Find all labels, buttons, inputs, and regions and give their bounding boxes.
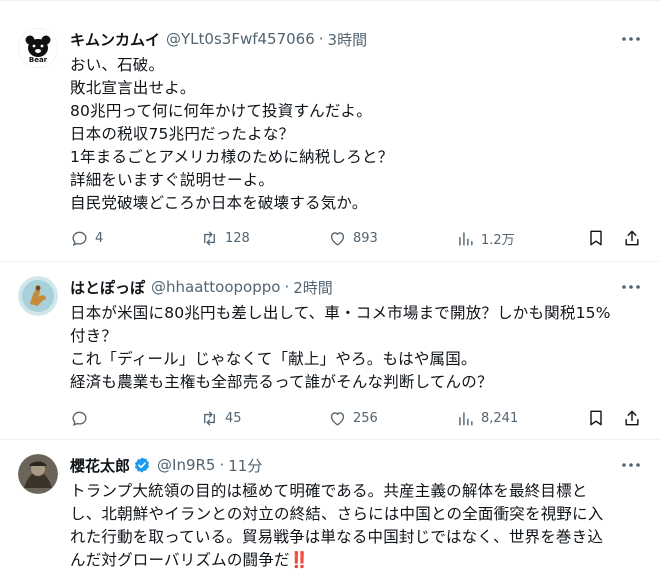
like-button[interactable]: 893 xyxy=(328,229,456,248)
share-icon[interactable] xyxy=(622,228,642,248)
reply-icon xyxy=(72,411,87,426)
share-icon[interactable] xyxy=(622,408,642,428)
views-button[interactable]: 8,241 xyxy=(456,409,518,428)
tweet[interactable]: はとぽっぽ @hhaattoopoppo · 2時間 日本が米国に80兆円も差し… xyxy=(0,262,660,440)
heart-icon xyxy=(330,411,345,426)
avatar[interactable] xyxy=(18,454,58,494)
avatar[interactable]: Bear xyxy=(18,28,58,68)
display-name[interactable]: 櫻花太郎 xyxy=(70,455,130,476)
tweet-text: トランプ大統領の目的は極めて明確である。共産主義の解体を最終目標と し、北朝鮮や… xyxy=(70,482,604,569)
like-count: 893 xyxy=(353,230,378,246)
separator-dot: · xyxy=(318,30,324,48)
timestamp[interactable]: 3時間 xyxy=(328,29,368,50)
reply-icon xyxy=(72,231,87,246)
verified-badge-icon xyxy=(133,456,151,474)
user-handle[interactable]: @hhaattoopoppo xyxy=(151,278,280,296)
bookmark-icon[interactable] xyxy=(586,228,606,248)
retweet-button[interactable]: 45 xyxy=(200,409,328,428)
user-handle[interactable]: @YLt0s3Fwf457066 xyxy=(166,30,315,48)
retweet-button[interactable]: 128 xyxy=(200,229,328,248)
separator-dot: · xyxy=(219,456,225,474)
bookmark-icon[interactable] xyxy=(586,408,606,428)
like-button[interactable]: 256 xyxy=(328,409,456,428)
tweet[interactable]: Bear キムンカムイ @YLt0s3Fwf457066 · 3時間 おい、石破… xyxy=(0,0,660,262)
analytics-icon xyxy=(459,231,473,246)
avatar[interactable] xyxy=(18,276,58,316)
separator-dot: · xyxy=(284,278,290,296)
retweet-icon xyxy=(204,230,215,246)
tweet-text: 日本が米国に80兆円も差し出して、車・コメ市場まで開放？しかも関税15% 付き？… xyxy=(70,304,611,391)
more-options-icon[interactable] xyxy=(620,454,642,476)
display-name[interactable]: キムンカムイ xyxy=(70,29,160,50)
timestamp[interactable]: 11分 xyxy=(228,455,262,476)
analytics-icon xyxy=(459,411,473,426)
retweet-count: 45 xyxy=(225,410,242,426)
reply-button[interactable]: 4 xyxy=(70,229,200,248)
more-options-icon[interactable] xyxy=(620,276,642,298)
retweet-count: 128 xyxy=(225,230,250,246)
view-count: 8,241 xyxy=(481,410,519,426)
user-handle[interactable]: @In9R5 xyxy=(157,456,215,474)
timeline-feed: Bear キムンカムイ @YLt0s3Fwf457066 · 3時間 おい、石破… xyxy=(0,0,660,576)
like-count: 256 xyxy=(353,410,378,426)
timestamp[interactable]: 2時間 xyxy=(293,277,333,298)
tweet[interactable]: 櫻花太郎 @In9R5 · 11分 トランプ大統領の目的は極めて明確である。共産… xyxy=(0,440,660,576)
more-options-icon[interactable] xyxy=(620,28,642,50)
retweet-icon xyxy=(204,410,215,426)
reply-button[interactable] xyxy=(70,409,200,428)
reply-count: 4 xyxy=(95,230,104,246)
avatar-logo-text: Bear xyxy=(28,56,48,64)
view-count: 1.2万 xyxy=(481,232,515,248)
heart-icon xyxy=(330,231,345,246)
display-name[interactable]: はとぽっぽ xyxy=(70,277,145,298)
tweet-text: おい、石破。 敗北宣言出せよ。 80兆円って何に何年かけて投資すんだよ。 日本の… xyxy=(70,56,394,212)
views-button[interactable]: 1.2万 xyxy=(456,229,515,248)
